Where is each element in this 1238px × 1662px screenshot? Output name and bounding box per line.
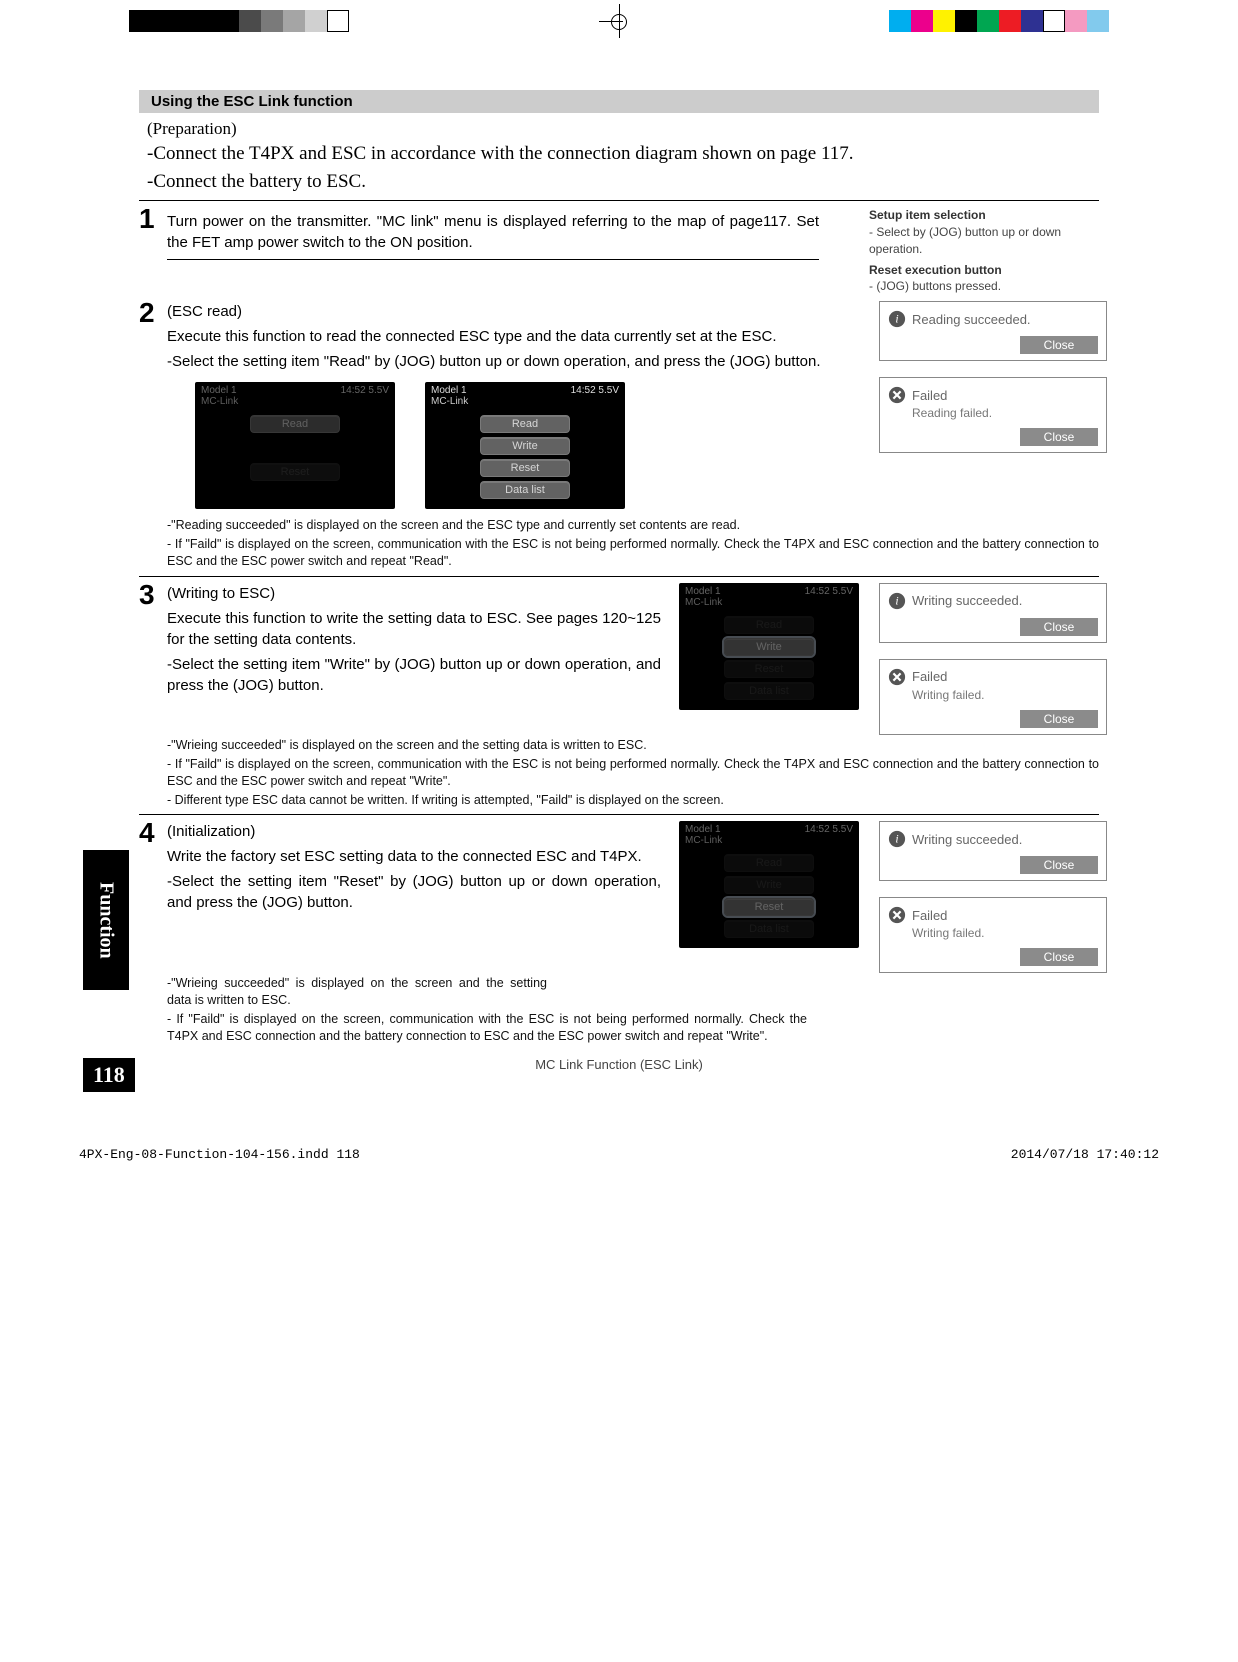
- transmitter-screen-write: Model 114:52 5.5V MC-Link Read Write Res…: [679, 583, 859, 710]
- setup-item-heading: Setup item selection: [869, 207, 1099, 224]
- step-2-note-1: -"Reading succeeded" is displayed on the…: [167, 517, 1099, 534]
- colorbar-left: [129, 10, 349, 32]
- menu-datalist: Data list: [480, 481, 570, 499]
- setup-item-text: - Select by (JOG) button up or down oper…: [869, 224, 1099, 258]
- step-4-p1: Write the factory set ESC setting data t…: [167, 846, 661, 867]
- intro-line-2: -Connect the battery to ESC.: [147, 169, 1099, 195]
- step-4-note-2: - If "Faild" is displayed on the screen,…: [167, 1011, 807, 1045]
- indesign-stamp-right: 2014/07/18 17:40:12: [1011, 1147, 1159, 1162]
- document-page: Function 118 Using the ESC Link function…: [139, 90, 1099, 1072]
- step-3-title: (Writing to ESC): [167, 583, 661, 604]
- menu-write-highlighted: Write: [724, 638, 814, 656]
- svg-text:i: i: [895, 313, 898, 326]
- reset-button-heading: Reset execution button: [869, 262, 1099, 279]
- close-button[interactable]: Close: [1020, 856, 1098, 874]
- menu-reset-highlighted: Reset: [724, 898, 814, 916]
- info-icon: i: [888, 830, 906, 848]
- dialog-writing-succeeded: iWriting succeeded. Close: [879, 583, 1107, 643]
- reset-button-text: - (JOG) buttons pressed.: [869, 278, 1099, 295]
- close-button[interactable]: Close: [1020, 948, 1098, 966]
- step-4-note-1: -"Wrieing succeeded" is displayed on the…: [167, 975, 547, 1009]
- step-3-note-3: - Different type ESC data cannot be writ…: [167, 792, 1099, 809]
- step-3-number: 3: [139, 581, 167, 609]
- info-icon: i: [888, 592, 906, 610]
- dialog-writing-failed: Failed Writing failed. Close: [879, 659, 1107, 735]
- step-2-title: (ESC read): [167, 301, 859, 322]
- step-2-number: 2: [139, 299, 167, 327]
- step-2-p2: -Select the setting item "Read" by (JOG)…: [167, 351, 859, 372]
- transmitter-screen-read-dim: Model 114:52 5.5V MC-Link Read Reset: [195, 382, 395, 509]
- close-button[interactable]: Close: [1020, 336, 1098, 354]
- info-icon: i: [888, 310, 906, 328]
- menu-reset: Reset: [480, 459, 570, 477]
- transmitter-screen-menu: Model 114:52 5.5V MC-Link Read Write Res…: [425, 382, 625, 509]
- page-number: 118: [83, 1058, 135, 1092]
- error-icon: [888, 906, 906, 924]
- error-icon: [888, 386, 906, 404]
- close-button[interactable]: Close: [1020, 618, 1098, 636]
- dialog-reading-succeeded: iReading succeeded. Close: [879, 301, 1107, 361]
- svg-text:i: i: [895, 833, 898, 846]
- step-3-p2: -Select the setting item "Write" by (JOG…: [167, 654, 661, 696]
- close-button[interactable]: Close: [1020, 428, 1098, 446]
- step-1-number: 1: [139, 205, 167, 233]
- footer-caption: MC Link Function (ESC Link): [139, 1057, 1099, 1072]
- menu-read: Read: [250, 415, 340, 433]
- menu-write: Write: [480, 437, 570, 455]
- step-1-text: Turn power on the transmitter. "MC link"…: [167, 211, 819, 253]
- intro-line-1: -Connect the T4PX and ESC in accordance …: [147, 141, 1099, 167]
- dialog-writing-succeeded-2: iWriting succeeded. Close: [879, 821, 1107, 881]
- step-3-p1: Execute this function to write the setti…: [167, 608, 661, 650]
- operation-tips: Setup item selection - Select by (JOG) b…: [869, 207, 1099, 295]
- step-4-title: (Initialization): [167, 821, 661, 842]
- preparation-label: (Preparation): [147, 119, 1099, 139]
- section-heading: Using the ESC Link function: [139, 90, 1099, 113]
- transmitter-screen-reset: Model 114:52 5.5V MC-Link Read Write Res…: [679, 821, 859, 948]
- step-2-p1: Execute this function to read the connec…: [167, 326, 859, 347]
- colorbar-right: [889, 10, 1109, 32]
- menu-reset-dim: Reset: [250, 463, 340, 481]
- dialog-reading-failed: Failed Reading failed. Close: [879, 377, 1107, 453]
- indesign-stamp-left: 4PX-Eng-08-Function-104-156.indd 118: [79, 1147, 360, 1162]
- dialog-writing-failed-2: Failed Writing failed. Close: [879, 897, 1107, 973]
- error-icon: [888, 668, 906, 686]
- svg-text:i: i: [895, 594, 898, 607]
- side-tab-function: Function: [83, 850, 129, 990]
- step-2-note-2: - If "Faild" is displayed on the screen,…: [167, 536, 1099, 570]
- step-4-p2: -Select the setting item "Reset" by (JOG…: [167, 871, 661, 913]
- step-3-note-1: -"Wrieing succeeded" is displayed on the…: [167, 737, 1099, 754]
- step-4-number: 4: [139, 819, 167, 847]
- menu-read: Read: [480, 415, 570, 433]
- crop-mark-center-icon: [611, 14, 627, 30]
- step-3-note-2: - If "Faild" is displayed on the screen,…: [167, 756, 1099, 790]
- close-button[interactable]: Close: [1020, 710, 1098, 728]
